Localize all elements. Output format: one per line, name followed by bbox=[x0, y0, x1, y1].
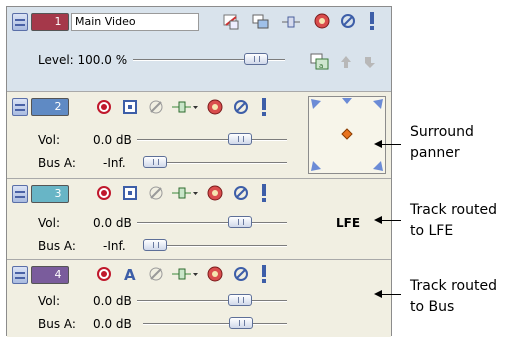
vol-slider-track[interactable] bbox=[137, 300, 287, 302]
bus-slider-thumb[interactable] bbox=[229, 317, 254, 329]
vol-slider-thumb[interactable] bbox=[227, 133, 252, 145]
bus-value: -Inf. bbox=[103, 239, 126, 253]
vol-slider-thumb[interactable] bbox=[227, 294, 252, 306]
track-list-panel: 1 Main Video Level: 100.0 % a 2 Vol: 0.0… bbox=[6, 6, 392, 337]
level-label: Level: 100.0 % bbox=[38, 53, 128, 67]
fx-gear-icon[interactable] bbox=[313, 12, 331, 30]
automation-settings-icon[interactable] bbox=[148, 99, 164, 115]
surround-panner-callout: Surround panner bbox=[410, 124, 474, 161]
parent-motion-icon[interactable] bbox=[338, 54, 354, 70]
mute-icon[interactable] bbox=[233, 185, 249, 201]
bus-value: -Inf. bbox=[103, 156, 126, 170]
front-right-speaker-icon bbox=[373, 99, 383, 109]
track-header-main-video[interactable]: 1 Main Video Level: 100.0 % a bbox=[7, 7, 391, 92]
lfe-callout-line bbox=[380, 220, 401, 221]
solo-icon[interactable] bbox=[258, 264, 270, 284]
rear-left-speaker-icon bbox=[311, 161, 321, 171]
fx-gear-icon[interactable] bbox=[206, 265, 224, 283]
bus-label: Bus A: bbox=[38, 156, 76, 170]
level-slider-thumb[interactable] bbox=[243, 53, 268, 65]
minimize-track-icon[interactable] bbox=[12, 13, 28, 31]
minimize-track-icon[interactable] bbox=[12, 98, 28, 116]
bus-value: 0.0 dB bbox=[93, 317, 132, 331]
vol-label: Vol: bbox=[38, 216, 60, 230]
bus-routing-callout: Track routed to Bus bbox=[410, 278, 497, 315]
pan-position-marker bbox=[341, 128, 353, 140]
vol-value: 0.0 dB bbox=[93, 133, 132, 147]
bus-slider-thumb[interactable] bbox=[143, 239, 167, 251]
surround-callout-line bbox=[380, 144, 401, 145]
automation-mode-icon[interactable]: A bbox=[122, 265, 138, 283]
center-speaker-icon bbox=[342, 98, 352, 104]
solo-icon[interactable] bbox=[258, 97, 270, 117]
mute-icon[interactable] bbox=[340, 13, 356, 29]
vol-value: 0.0 dB bbox=[93, 216, 132, 230]
invert-phase-icon[interactable] bbox=[122, 99, 138, 115]
track-number-badge: 3 bbox=[31, 185, 69, 203]
track-name-field[interactable]: Main Video bbox=[71, 13, 199, 31]
track-header-4[interactable]: 4 A Vol: 0.0 dB Bus A: 0.0 dB bbox=[7, 260, 391, 337]
track-header-2[interactable]: 2 Vol: 0.0 dB Bus A: -Inf. bbox=[7, 92, 391, 179]
track-number: 4 bbox=[54, 268, 62, 281]
minimize-track-icon[interactable] bbox=[12, 266, 28, 284]
vol-label: Vol: bbox=[38, 133, 60, 147]
fx-gear-icon[interactable] bbox=[206, 98, 224, 116]
bus-slider-thumb[interactable] bbox=[143, 156, 167, 168]
track-number-badge: 4 bbox=[31, 266, 69, 284]
surround-panner[interactable] bbox=[308, 96, 386, 174]
track-routing-icon[interactable] bbox=[171, 186, 199, 200]
lfe-routing-callout: Track routed to LFE bbox=[410, 202, 497, 239]
automation-settings-icon[interactable] bbox=[148, 266, 164, 282]
arm-for-record-icon[interactable] bbox=[96, 99, 112, 115]
vol-label: Vol: bbox=[38, 294, 60, 308]
track-number-badge: 2 bbox=[31, 98, 69, 116]
svg-text:A: A bbox=[124, 266, 136, 283]
rear-right-speaker-icon bbox=[373, 161, 383, 171]
fx-gear-icon[interactable] bbox=[206, 184, 224, 202]
track-number: 1 bbox=[54, 15, 62, 28]
vol-value: 0.0 dB bbox=[93, 294, 132, 308]
surround-panner-graphic[interactable] bbox=[309, 97, 385, 173]
bus-label: Bus A: bbox=[38, 317, 76, 331]
track-number: 2 bbox=[54, 100, 62, 113]
invert-phase-icon[interactable] bbox=[122, 185, 138, 201]
make-compositing-child-icon[interactable] bbox=[362, 54, 378, 70]
track-number: 3 bbox=[54, 187, 62, 200]
arm-for-record-icon[interactable] bbox=[96, 185, 112, 201]
minimize-track-icon[interactable] bbox=[12, 185, 28, 203]
front-left-speaker-icon bbox=[311, 99, 321, 109]
track-routing-icon[interactable] bbox=[171, 100, 199, 114]
compositing-child-icon[interactable]: a bbox=[310, 53, 330, 71]
track-fx-icon[interactable] bbox=[222, 13, 240, 31]
bus-slider-track[interactable] bbox=[143, 323, 287, 325]
automation-settings-icon[interactable] bbox=[148, 185, 164, 201]
track-number-badge: 1 bbox=[31, 13, 69, 31]
solo-icon[interactable] bbox=[366, 11, 378, 31]
mute-icon[interactable] bbox=[233, 266, 249, 282]
vol-slider-thumb[interactable] bbox=[227, 216, 252, 228]
track-routing-icon[interactable] bbox=[171, 267, 199, 281]
track-header-3[interactable]: 3 Vol: 0.0 dB LFE Bus A: -Inf. bbox=[7, 179, 391, 260]
svg-text:a: a bbox=[319, 62, 323, 70]
mute-icon[interactable] bbox=[233, 99, 249, 115]
arm-for-record-icon[interactable] bbox=[96, 266, 112, 282]
bus-label: Bus A: bbox=[38, 239, 76, 253]
compositing-mode-icon[interactable] bbox=[252, 13, 270, 31]
solo-icon[interactable] bbox=[258, 183, 270, 203]
lfe-routing-label: LFE bbox=[336, 216, 361, 230]
bus-callout-line bbox=[380, 294, 401, 295]
vol-slider-track[interactable] bbox=[137, 139, 287, 141]
vol-slider-track[interactable] bbox=[137, 222, 287, 224]
make-parent-icon[interactable] bbox=[281, 14, 301, 30]
